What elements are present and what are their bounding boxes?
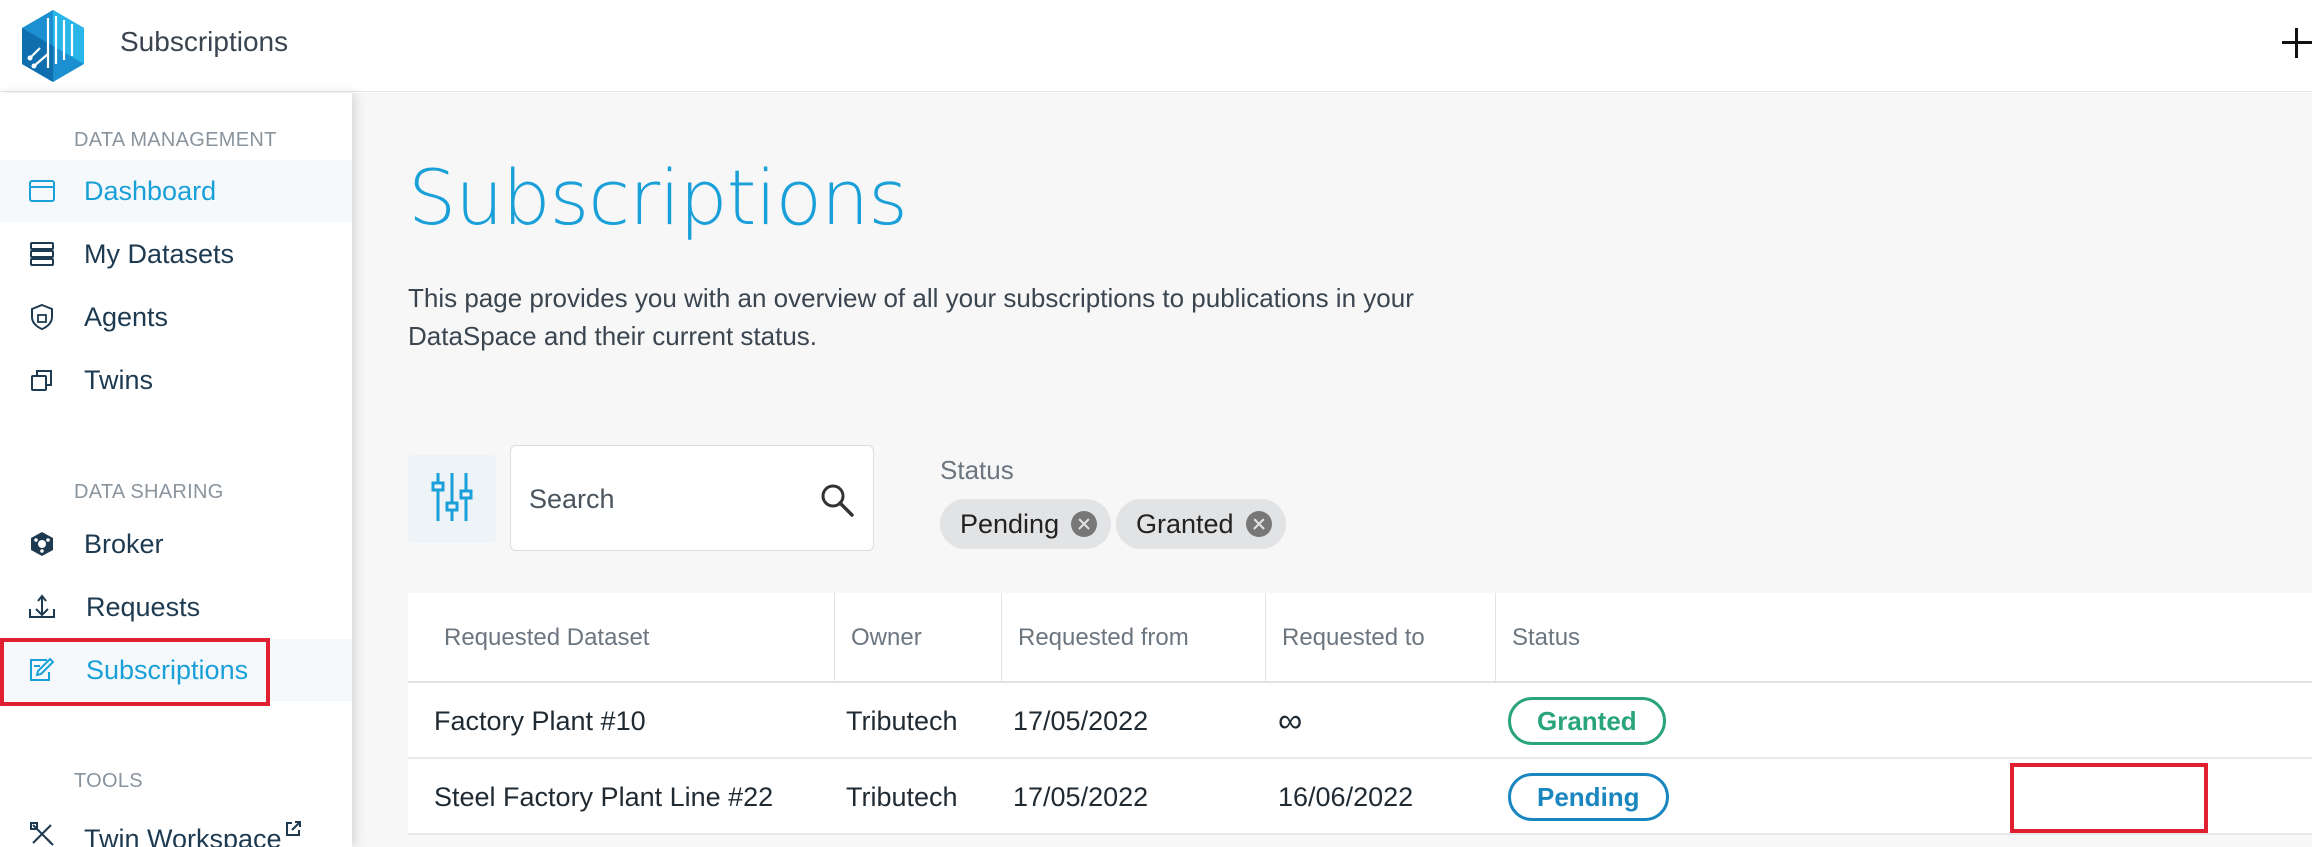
column-header-owner[interactable]: Owner: [834, 593, 1001, 683]
status-chip-pending[interactable]: Pending: [940, 499, 1112, 549]
sidebar-item-requests[interactable]: Requests: [0, 576, 352, 638]
tributech-logo-icon[interactable]: [18, 8, 88, 84]
sidebar-item-twins[interactable]: Twins: [0, 349, 352, 411]
sidebar-item-agents[interactable]: Agents: [0, 286, 352, 348]
top-bar: Subscriptions: [0, 0, 2312, 92]
cell-dataset: Factory Plant #10: [434, 705, 646, 736]
status-filter-label: Status: [940, 455, 1014, 485]
cell-owner: Tributech: [846, 705, 958, 736]
chip-label: Granted: [1136, 508, 1234, 539]
status-chip-granted[interactable]: Granted: [1116, 499, 1286, 549]
plus-icon[interactable]: [2268, 14, 2312, 70]
cell-requested-to: 16/06/2022: [1278, 781, 1414, 812]
status-badge-granted[interactable]: Granted: [1508, 697, 1666, 745]
datasets-icon: [26, 238, 58, 270]
section-label-tools: TOOLS: [74, 770, 143, 792]
cell-dataset: Steel Factory Plant Line #22: [434, 781, 774, 812]
twin-workspace-icon: [26, 818, 58, 847]
sidebar-item-broker[interactable]: Broker: [0, 513, 352, 575]
table-row[interactable]: Factory Plant #10 Tributech 17/05/2022 ∞…: [408, 683, 2312, 759]
highlight-box-subscriptions: [0, 638, 270, 706]
column-header-status[interactable]: Status: [1495, 593, 1795, 683]
sidebar: DATA MANAGEMENT Dashboard My Datasets Ag…: [0, 93, 352, 847]
table-header: Requested Dataset Owner Requested from R…: [408, 593, 2312, 683]
cell-status: Granted: [1508, 683, 1666, 759]
chip-remove-icon[interactable]: [1245, 511, 1272, 537]
chip-label: Pending: [960, 508, 1060, 539]
chip-remove-icon[interactable]: [1071, 511, 1098, 537]
sidebar-item-dashboard[interactable]: Dashboard: [0, 160, 352, 222]
section-label-data-sharing: DATA SHARING: [74, 481, 224, 503]
highlight-box-pending: [2010, 763, 2208, 833]
cell-requested-to: ∞: [1278, 701, 1303, 740]
broker-icon: [26, 528, 58, 560]
page-title: Subscriptions: [408, 153, 908, 242]
column-header-requested-to[interactable]: Requested to: [1265, 593, 1495, 683]
twins-icon: [26, 364, 58, 396]
sidebar-item-twin-workspace[interactable]: Twin Workspace: [0, 803, 352, 847]
requests-icon: [26, 591, 58, 623]
filter-sliders-icon: [430, 471, 474, 528]
dashboard-icon: [26, 175, 58, 207]
cell-requested-from: 17/05/2022: [1013, 781, 1149, 812]
sidebar-item-label: Agents: [84, 301, 169, 332]
page-description: This page provides you with an overview …: [408, 283, 1414, 351]
sidebar-item-label: Twins: [84, 364, 154, 395]
search-box: [510, 445, 874, 551]
sidebar-item-my-datasets[interactable]: My Datasets: [0, 223, 352, 285]
column-header-requested-from[interactable]: Requested from: [1001, 593, 1265, 683]
cell-status: Pending: [1508, 759, 1669, 835]
external-link-icon: [284, 814, 302, 845]
agents-shield-icon: [26, 301, 58, 333]
main-content: Subscriptions This page provides you wit…: [352, 93, 2312, 847]
twin-workspace-label: Twin Workspace: [84, 823, 282, 847]
cell-owner: Tributech: [846, 781, 958, 812]
status-badge-pending[interactable]: Pending: [1508, 773, 1669, 821]
app-title: Subscriptions: [120, 26, 289, 57]
section-label-data-management: DATA MANAGEMENT: [74, 129, 277, 151]
sidebar-item-label: My Datasets: [84, 238, 235, 269]
search-icon[interactable]: [819, 482, 855, 518]
sidebar-item-label: Dashboard: [84, 175, 217, 206]
cell-requested-from: 17/05/2022: [1013, 705, 1149, 736]
sidebar-item-label: Requests: [86, 591, 201, 622]
sidebar-item-label: Twin Workspace: [84, 814, 302, 847]
sidebar-item-label: Broker: [84, 528, 164, 559]
search-input[interactable]: [529, 480, 799, 518]
filter-toggle-button[interactable]: [408, 455, 496, 543]
column-header-requested-dataset[interactable]: Requested Dataset: [408, 593, 834, 683]
